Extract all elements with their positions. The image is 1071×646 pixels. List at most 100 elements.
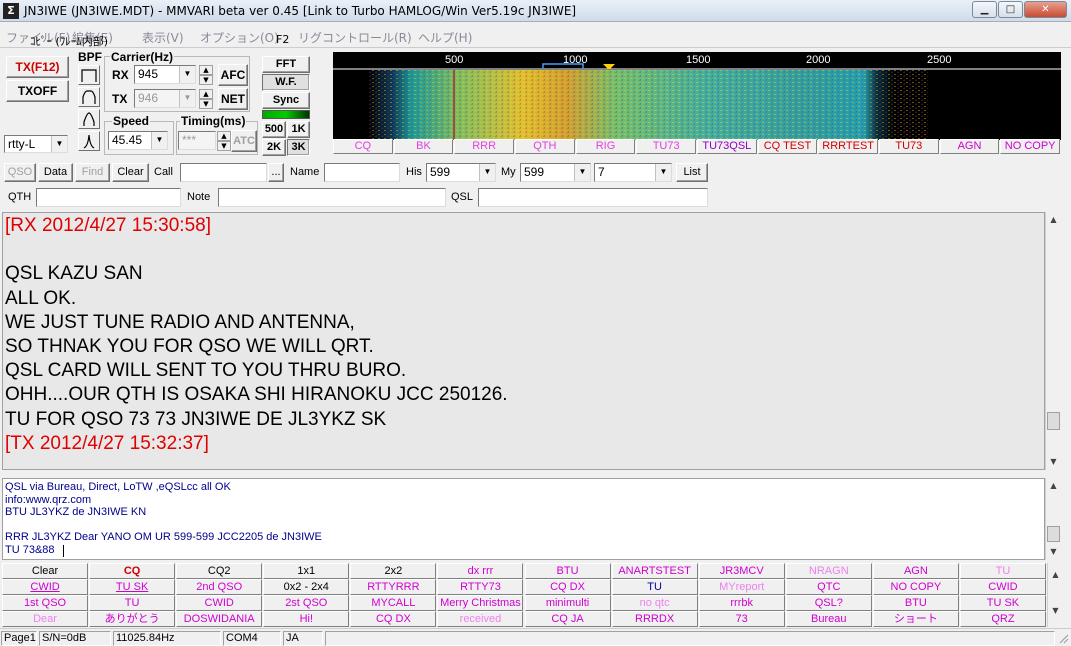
rx-frequency-input[interactable]: 945 ▼ <box>134 65 196 84</box>
macro-top-button[interactable]: RIG <box>575 139 636 154</box>
macro-button[interactable]: ありがとう <box>89 611 176 627</box>
menu-help[interactable]: ヘルプ(H) <box>418 29 472 46</box>
afc-button[interactable]: AFC <box>218 64 248 86</box>
macro-button[interactable]: Merry Christmas <box>437 595 524 611</box>
qth-input[interactable] <box>36 188 181 207</box>
span-1k-button[interactable]: 1K <box>287 121 310 138</box>
tx-spin-up[interactable]: ▲ <box>199 89 213 99</box>
his-rst-select[interactable]: 599 ▼ <box>426 163 496 182</box>
my-rst-select[interactable]: 599 ▼ <box>520 163 591 182</box>
rx-text-window[interactable]: [RX 2012/4/27 15:30:58] QSL KAZU SAN ALL O… <box>2 212 1045 470</box>
macro-top-button[interactable]: TU73QSL <box>697 139 757 154</box>
macro-button[interactable]: ショート <box>872 611 959 627</box>
span-500-button[interactable]: 500 <box>262 121 286 138</box>
scroll-down-icon[interactable]: ▼ <box>1046 454 1061 470</box>
macro-button[interactable]: TU SK <box>959 595 1046 611</box>
macro-button[interactable]: JR3MCV <box>698 563 785 579</box>
macro-top-button[interactable]: AGN <box>939 139 1000 154</box>
find-button[interactable]: Find <box>75 163 110 182</box>
macro-button[interactable]: Hi! <box>263 611 350 627</box>
macro-button[interactable]: TU <box>959 563 1046 579</box>
macro-scrollbar[interactable]: ▲ ▼ <box>1047 563 1063 627</box>
sync-button[interactable]: Sync <box>262 92 310 109</box>
timing-spin-up[interactable]: ▲ <box>217 131 231 141</box>
tx-spin-down[interactable]: ▼ <box>199 99 213 109</box>
call-input[interactable] <box>180 163 267 182</box>
macro-button[interactable]: CWID <box>959 579 1046 595</box>
menu-rig-control[interactable]: リグコントロール(R) <box>298 29 412 46</box>
macro-button[interactable]: no qtc <box>611 595 698 611</box>
bpf-wide-button[interactable] <box>78 65 100 85</box>
macro-button[interactable]: NRAGN <box>785 563 872 579</box>
macro-button[interactable]: BTU <box>872 595 959 611</box>
mode-select[interactable]: rtty-L ▼ <box>4 135 68 153</box>
macro-button[interactable]: dx rrr <box>437 563 524 579</box>
macro-button[interactable]: 2nd QSO <box>176 579 263 595</box>
macro-top-button[interactable]: NO COPY <box>1000 139 1060 154</box>
app-icon[interactable]: Σ <box>3 3 19 19</box>
rx-scrollbar[interactable]: ▲ ▼ <box>1045 212 1061 470</box>
macro-button[interactable]: minimulti <box>524 595 611 611</box>
macro-button[interactable]: CQ DX <box>350 611 437 627</box>
macro-button[interactable]: QRZ <box>959 611 1046 627</box>
macro-button[interactable]: CWID <box>2 579 89 595</box>
scroll-down-icon[interactable]: ▼ <box>1048 603 1063 619</box>
macro-button[interactable]: AGN <box>872 563 959 579</box>
macro-button[interactable]: QTC <box>785 579 872 595</box>
macro-button[interactable]: QSL? <box>785 595 872 611</box>
name-input[interactable] <box>324 163 400 182</box>
menu-options[interactable]: オプション(O) <box>200 29 279 46</box>
tx-button[interactable]: TX(F12) <box>6 56 69 78</box>
macro-button[interactable]: NO COPY <box>872 579 959 595</box>
bpf-medium-button[interactable] <box>78 87 100 107</box>
speed-select[interactable]: 45.45 ▼ <box>108 131 168 150</box>
macro-button[interactable]: TU SK <box>89 579 176 595</box>
timing-spin-down[interactable]: ▼ <box>217 141 231 151</box>
macro-button[interactable]: Dear <box>2 611 89 627</box>
macro-button[interactable]: RTTY73 <box>437 579 524 595</box>
list-button[interactable]: List <box>676 163 708 182</box>
waterfall-button[interactable]: W.F. <box>262 74 310 91</box>
macro-button[interactable]: CQ JA <box>524 611 611 627</box>
tx-frequency-input[interactable]: 946 ▼ <box>134 89 196 108</box>
fft-button[interactable]: FFT <box>262 56 310 73</box>
macro-button[interactable]: 2st QSO <box>263 595 350 611</box>
scroll-up-icon[interactable]: ▲ <box>1046 478 1061 494</box>
macro-button[interactable]: RRRDX <box>611 611 698 627</box>
macro-button[interactable]: rrrbk <box>698 595 785 611</box>
bpf-narrow-button[interactable] <box>78 109 100 129</box>
macro-button[interactable]: RTTYRRR <box>350 579 437 595</box>
macro-button[interactable]: ANARTSTEST <box>611 563 698 579</box>
macro-button[interactable]: 2x2 <box>350 563 437 579</box>
call-lookup-button[interactable]: ... <box>268 163 284 182</box>
waterfall-display[interactable]: 500 1000 1500 2000 2500 <box>333 52 1061 140</box>
rx-spin-up[interactable]: ▲ <box>199 65 213 75</box>
macro-top-button[interactable]: BK <box>393 139 454 154</box>
macro-button[interactable]: CQ2 <box>176 563 263 579</box>
macro-button[interactable]: CQ DX <box>524 579 611 595</box>
macro-top-button[interactable]: TU73 <box>879 139 939 154</box>
note-input[interactable] <box>218 188 446 207</box>
tx-scroll-thumb[interactable] <box>1047 526 1060 542</box>
macro-button[interactable]: 73 <box>698 611 785 627</box>
macro-button[interactable]: TU <box>611 579 698 595</box>
macro-button[interactable]: MYreport <box>698 579 785 595</box>
bpf-sharp-button[interactable] <box>78 131 100 151</box>
title-bar[interactable]: Σ JN3IWE (JN3IWE.MDT) - MMVARI beta ver … <box>0 0 1071 22</box>
macro-top-button[interactable]: RRRTEST <box>818 139 878 154</box>
txoff-button[interactable]: TXOFF <box>6 80 69 102</box>
macro-button[interactable]: TU <box>89 595 176 611</box>
scroll-up-icon[interactable]: ▲ <box>1046 212 1061 228</box>
macro-top-button[interactable]: QTH <box>515 139 575 154</box>
band-select[interactable]: 7 ▼ <box>594 163 672 182</box>
span-3k-button[interactable]: 3K <box>287 139 310 156</box>
macro-button[interactable]: CQ <box>89 563 176 579</box>
scroll-up-icon[interactable]: ▲ <box>1048 567 1063 583</box>
clear-button[interactable]: Clear <box>112 163 149 182</box>
net-button[interactable]: NET <box>218 88 248 110</box>
macro-button[interactable]: DOSWIDANIA <box>176 611 263 627</box>
rx-spin-down[interactable]: ▼ <box>199 75 213 85</box>
macro-button[interactable]: 1x1 <box>263 563 350 579</box>
macro-button[interactable]: CWID <box>176 595 263 611</box>
macro-button[interactable]: BTU <box>524 563 611 579</box>
